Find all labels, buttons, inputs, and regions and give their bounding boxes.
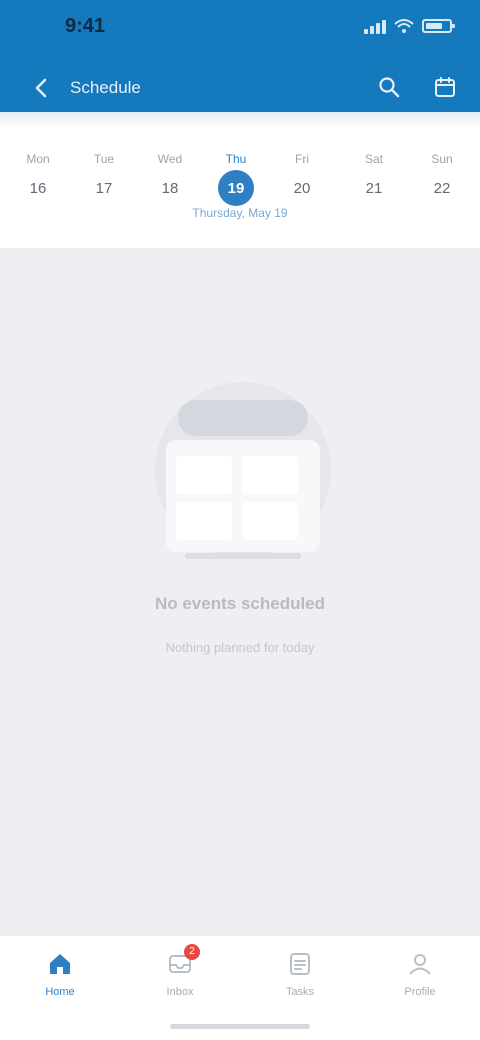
day-number: 18 (161, 179, 179, 197)
nav-label: Profile (404, 986, 436, 998)
day-item[interactable]: Fri 20 (280, 152, 324, 212)
search-icon (379, 77, 400, 98)
empty-state-title: No events scheduled (154, 594, 326, 613)
calendar-illustration-icon (155, 382, 331, 559)
nav-label: Home (45, 986, 75, 998)
nav-item-profile[interactable]: Profile (360, 936, 480, 1040)
day-number: 17 (95, 179, 113, 197)
day-name: Tue (93, 152, 115, 166)
home-icon (46, 950, 74, 978)
profile-icon (406, 950, 434, 978)
day-name: Fri (295, 152, 309, 166)
nav-item-home[interactable]: Home (0, 936, 120, 1040)
day-selector: Mon 16 Tue 17 Wed 18 Thu 19 Fri 20 Sat 2… (0, 112, 480, 248)
page-title: Schedule (70, 78, 141, 97)
tasks-icon (286, 950, 314, 978)
day-item[interactable]: Wed 18 (148, 152, 192, 212)
battery-icon (422, 19, 455, 33)
day-number: 19 (218, 170, 254, 206)
day-number: 16 (29, 179, 47, 197)
nav-label: Tasks (285, 986, 315, 998)
appbar-actions (374, 72, 460, 102)
status-bar: 9:41 (0, 0, 480, 44)
empty-state-subtitle: Nothing planned for today (165, 640, 315, 655)
day-name: Wed (157, 152, 183, 166)
nav-label: Inbox (166, 986, 194, 998)
calendar-button[interactable] (430, 72, 460, 102)
status-time: 9:41 (64, 15, 106, 37)
status-icons (364, 14, 455, 38)
day-name: Sat (364, 152, 383, 166)
empty-state: No events scheduled Nothing planned for … (0, 370, 480, 690)
day-number: 22 (433, 179, 451, 197)
day-item[interactable]: Mon 16 (16, 152, 60, 212)
search-button[interactable] (374, 72, 404, 102)
calendar-icon (435, 77, 455, 97)
app-bar: Schedule (0, 60, 480, 108)
day-row: Mon 16 Tue 17 Wed 18 Thu 19 Fri 20 Sat 2… (0, 152, 480, 212)
day-name: Sun (431, 152, 453, 166)
signal-icon (364, 18, 386, 34)
inbox-badge: 2 (184, 944, 200, 960)
day-name: Mon (26, 152, 50, 166)
day-item[interactable]: Tue 17 (82, 152, 126, 212)
wifi-icon (394, 19, 414, 33)
day-item[interactable]: Sat 21 (352, 152, 396, 212)
selected-date-label: Thursday, May 19 (192, 206, 288, 220)
back-button[interactable] (22, 68, 62, 108)
day-number: 21 (365, 179, 383, 197)
day-item[interactable]: Sun 22 (420, 152, 464, 212)
chevron-left-icon (35, 78, 47, 98)
day-name: Thu (225, 152, 247, 166)
home-indicator (170, 1024, 310, 1029)
day-item-selected[interactable]: Thu 19 (214, 152, 258, 212)
header: 9:41 Schedule (0, 0, 480, 112)
day-number: 20 (293, 179, 311, 197)
